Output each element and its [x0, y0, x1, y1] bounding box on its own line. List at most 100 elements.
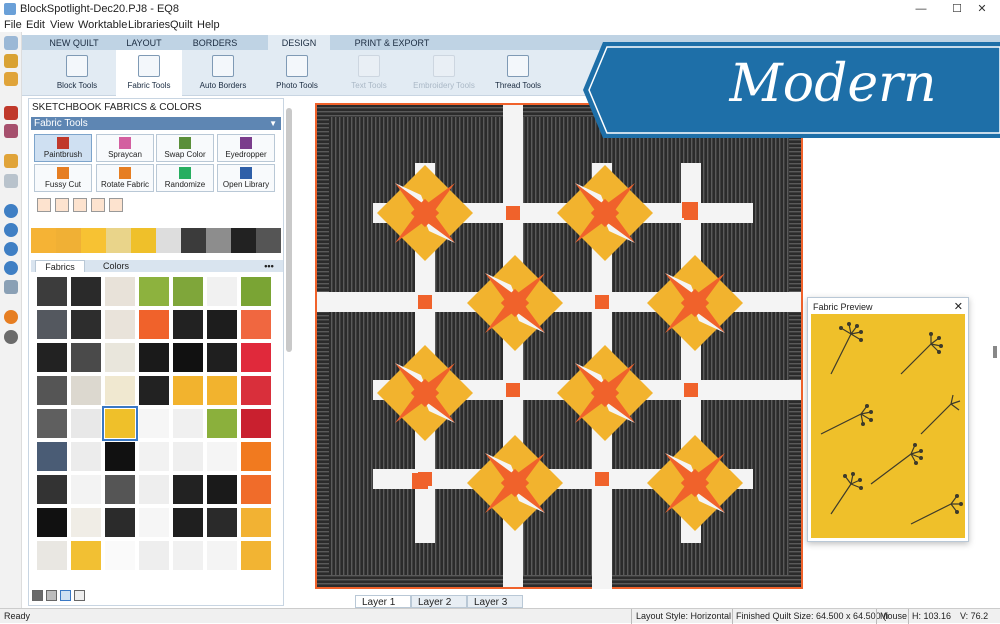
fabric-swatch[interactable] — [139, 310, 169, 339]
fabric-swatch[interactable] — [37, 310, 67, 339]
fabric-swatch[interactable] — [139, 541, 169, 570]
fabric-swatch[interactable] — [207, 442, 237, 471]
zoom-in-icon[interactable] — [4, 204, 18, 218]
recent-fabric-swatch[interactable] — [31, 228, 56, 253]
open-folder-icon[interactable] — [4, 72, 18, 86]
print-icon[interactable] — [4, 124, 18, 138]
view-tiny-icon[interactable] — [74, 590, 85, 601]
minimize-button[interactable]: — — [903, 0, 939, 18]
tab-colors[interactable]: Colors — [89, 260, 143, 272]
zoom-refresh-icon[interactable] — [4, 261, 18, 275]
fabric-swatch[interactable] — [139, 442, 169, 471]
fabric-swatch[interactable] — [173, 409, 203, 438]
fabric-swatch[interactable] — [71, 310, 101, 339]
fabric-swatch[interactable] — [71, 541, 101, 570]
menu-worktable[interactable]: Worktable — [78, 19, 127, 31]
menu-help[interactable]: Help — [197, 19, 220, 31]
fabric-swatch[interactable] — [173, 376, 203, 405]
tab-layer-2[interactable]: Layer 2 — [411, 595, 467, 608]
fabric-swatch[interactable] — [173, 277, 203, 306]
fabric-swatch[interactable] — [105, 277, 135, 306]
fabric-swatch[interactable] — [207, 310, 237, 339]
view-medium-icon[interactable] — [46, 590, 57, 601]
panel-scrollbar[interactable] — [286, 108, 292, 352]
tab-fabrics[interactable]: Fabrics — [35, 260, 85, 272]
quilt-design[interactable] — [315, 103, 803, 589]
fabric-swatch[interactable] — [71, 409, 101, 438]
pencil-icon[interactable] — [4, 154, 18, 168]
fabric-swatch[interactable] — [139, 376, 169, 405]
fabric-preview-window[interactable]: Fabric Preview ✕ — [807, 297, 969, 542]
fabric-swatch[interactable] — [173, 343, 203, 372]
brush-size-3-icon[interactable] — [73, 198, 87, 212]
fabric-swatch[interactable] — [241, 475, 271, 504]
fit-to-worktable-icon[interactable] — [4, 242, 18, 256]
fabric-swatch[interactable] — [173, 310, 203, 339]
fabric-swatch[interactable] — [173, 508, 203, 537]
fabric-swatch[interactable] — [37, 376, 67, 405]
fabric-swatch[interactable] — [207, 475, 237, 504]
brush-size-5-icon[interactable] — [109, 198, 123, 212]
home-icon[interactable] — [4, 36, 18, 50]
auto-borders-button[interactable]: Auto Borders — [190, 50, 256, 96]
fabric-swatch[interactable] — [37, 508, 67, 537]
undo-icon[interactable] — [4, 174, 18, 188]
spraycan-button[interactable]: Spraycan — [96, 134, 154, 162]
grid-icon[interactable] — [4, 280, 18, 294]
fabric-swatch[interactable] — [207, 376, 237, 405]
fabric-swatch[interactable] — [241, 541, 271, 570]
add-to-project-icon[interactable] — [4, 106, 18, 120]
menu-view[interactable]: View — [50, 19, 74, 31]
tab-layout[interactable]: LAYOUT — [118, 35, 170, 50]
fussy-cut-button[interactable]: Fussy Cut — [34, 164, 92, 192]
brush-size-4-icon[interactable] — [91, 198, 105, 212]
recent-fabric-swatch[interactable] — [106, 228, 131, 253]
fabric-swatch[interactable] — [37, 277, 67, 306]
fabric-swatch[interactable] — [173, 442, 203, 471]
recent-fabric-swatch[interactable] — [131, 228, 156, 253]
tab-print-export[interactable]: PRINT & EXPORT — [342, 35, 442, 50]
fabric-swatch[interactable] — [207, 541, 237, 570]
menu-edit[interactable]: Edit — [26, 19, 45, 31]
brush-size-2-icon[interactable] — [55, 198, 69, 212]
fabric-swatch[interactable] — [37, 475, 67, 504]
photo-tools-button[interactable]: Photo Tools — [266, 50, 328, 96]
view-small-icon[interactable] — [60, 590, 71, 601]
recent-fabric-swatch[interactable] — [181, 228, 206, 253]
recent-fabric-swatch[interactable] — [156, 228, 181, 253]
fabric-tools-button[interactable]: Fabric Tools — [116, 50, 182, 96]
fabric-swatch[interactable] — [105, 310, 135, 339]
fabric-swatch[interactable] — [173, 475, 203, 504]
new-project-icon[interactable] — [4, 54, 18, 68]
fabric-swatch[interactable] — [37, 541, 67, 570]
fabric-swatch[interactable] — [139, 277, 169, 306]
settings-gear-icon[interactable] — [4, 330, 18, 344]
fabric-tools-section[interactable]: Fabric Tools ▼ — [31, 117, 281, 130]
rotate-fabric-button[interactable]: Rotate Fabric — [96, 164, 154, 192]
menu-libraries[interactable]: Libraries — [128, 19, 170, 31]
tab-borders[interactable]: BORDERS — [170, 35, 260, 50]
brush-size-1-icon[interactable] — [37, 198, 51, 212]
fabric-swatch[interactable] — [139, 508, 169, 537]
close-button[interactable]: ✕ — [964, 0, 1000, 18]
menu-file[interactable]: File — [4, 19, 22, 31]
fabric-swatch[interactable] — [241, 277, 271, 306]
help-icon[interactable] — [4, 310, 18, 324]
paintbrush-button[interactable]: Paintbrush — [34, 134, 92, 162]
fabric-swatch[interactable] — [105, 343, 135, 372]
zoom-out-icon[interactable] — [4, 223, 18, 237]
tab-design[interactable]: DESIGN — [268, 35, 330, 50]
tab-layer-3[interactable]: Layer 3 — [467, 595, 523, 608]
fabric-swatch[interactable] — [207, 409, 237, 438]
block-tools-button[interactable]: Block Tools — [46, 50, 108, 96]
fabric-swatch[interactable] — [241, 409, 271, 438]
tab-new-quilt[interactable]: NEW QUILT — [30, 35, 118, 50]
fabric-swatch[interactable] — [71, 376, 101, 405]
fabric-swatch[interactable] — [102, 406, 138, 441]
fabric-swatch[interactable] — [105, 541, 135, 570]
fabric-swatch[interactable] — [71, 442, 101, 471]
fabric-swatch[interactable] — [241, 442, 271, 471]
swap-color-button[interactable]: Swap Color — [156, 134, 214, 162]
fabric-swatch[interactable] — [241, 310, 271, 339]
fabric-swatch[interactable] — [173, 541, 203, 570]
